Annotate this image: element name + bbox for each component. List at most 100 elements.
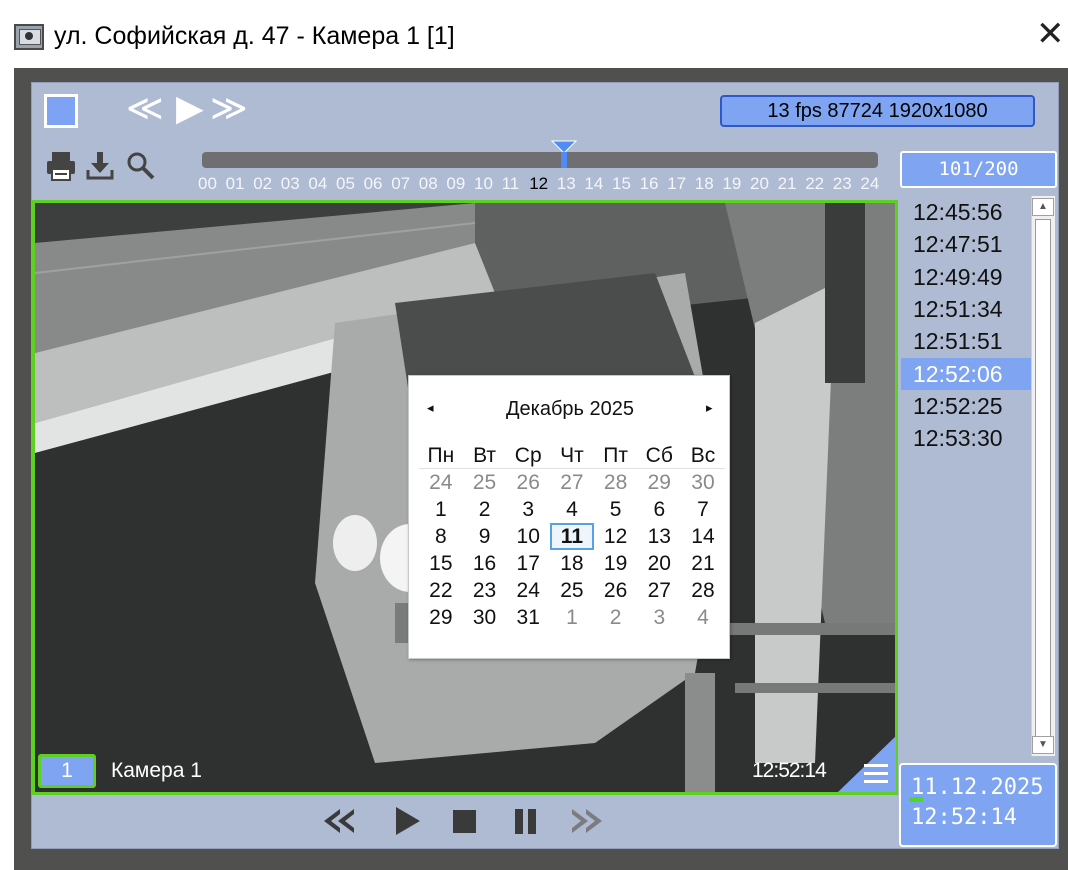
calendar-day[interactable]: 26 bbox=[594, 577, 638, 604]
time-list-scrollbar[interactable]: ▲ ▼ bbox=[1031, 196, 1055, 756]
next-month-icon[interactable]: ▸ bbox=[706, 401, 713, 416]
calendar-day[interactable]: 23 bbox=[463, 577, 507, 604]
download-icon[interactable] bbox=[84, 148, 118, 184]
calendar-day[interactable]: 3 bbox=[506, 496, 550, 523]
time-list-item[interactable]: 12:53:30 bbox=[901, 422, 1031, 454]
calendar-day[interactable]: 4 bbox=[550, 496, 594, 523]
camera-number-badge[interactable]: 1 bbox=[38, 754, 96, 788]
stop-square-button[interactable] bbox=[44, 94, 78, 128]
time-list-item[interactable]: 12:45:56 bbox=[901, 196, 1031, 228]
scroll-thumb[interactable] bbox=[1035, 219, 1051, 737]
timeline-hour-19[interactable]: 19 bbox=[722, 173, 741, 195]
time-list-item[interactable]: 12:49:49 bbox=[901, 261, 1031, 293]
calendar-day[interactable]: 28 bbox=[594, 469, 638, 496]
time-list-item[interactable]: 12:52:06 bbox=[901, 357, 1031, 390]
play-icon[interactable] bbox=[392, 801, 422, 841]
timeline-hour-18[interactable]: 18 bbox=[695, 173, 714, 195]
calendar-day[interactable]: 21 bbox=[681, 550, 725, 577]
timeline-hour-17[interactable]: 17 bbox=[667, 173, 686, 195]
calendar-day[interactable]: 30 bbox=[681, 469, 725, 496]
calendar-day[interactable]: 14 bbox=[681, 523, 725, 550]
scroll-up-icon[interactable]: ▲ bbox=[1032, 198, 1054, 216]
calendar-grid: Пн Вт Ср Чт Пт Сб Вс 24 25 26 27 28 29 30 1 2 3 4 5 6 7 8 9 10 1… bbox=[419, 442, 725, 631]
calendar-day[interactable]: 5 bbox=[594, 496, 638, 523]
calendar-weekday: Пн bbox=[427, 444, 455, 467]
calendar-day[interactable]: 15 bbox=[419, 550, 463, 577]
timeline-hour-12[interactable]: 12 bbox=[529, 173, 548, 195]
timeline-hour-10[interactable]: 10 bbox=[474, 173, 493, 195]
calendar-day[interactable]: 2 bbox=[594, 604, 638, 631]
timeline-hour-06[interactable]: 06 bbox=[364, 173, 383, 195]
calendar-day[interactable]: 9 bbox=[463, 523, 507, 550]
calendar-month-title[interactable]: Декабрь 2025 bbox=[409, 398, 731, 421]
hamburger-menu-icon[interactable] bbox=[864, 764, 888, 784]
timeline-hour-21[interactable]: 21 bbox=[778, 173, 797, 195]
calendar-day[interactable]: 22 bbox=[419, 577, 463, 604]
timeline-hour-14[interactable]: 14 bbox=[584, 173, 603, 195]
timeline-hour-09[interactable]: 09 bbox=[446, 173, 465, 195]
fast-rewind-button[interactable] bbox=[318, 801, 358, 841]
calendar-day[interactable]: 25 bbox=[550, 577, 594, 604]
calendar-day[interactable]: 3 bbox=[637, 604, 681, 631]
timeline-bar[interactable] bbox=[202, 152, 878, 168]
stop-icon[interactable] bbox=[450, 801, 480, 841]
calendar-day[interactable]: 17 bbox=[506, 550, 550, 577]
timeline-hour-16[interactable]: 16 bbox=[640, 173, 659, 195]
calendar-day[interactable]: 30 bbox=[463, 604, 507, 631]
calendar-day[interactable]: 24 bbox=[506, 577, 550, 604]
calendar-day[interactable]: 8 bbox=[419, 523, 463, 550]
timeline-hour-08[interactable]: 08 bbox=[419, 173, 438, 195]
fast-forward-button[interactable] bbox=[568, 801, 608, 841]
timeline-hour-22[interactable]: 22 bbox=[805, 173, 824, 195]
timeline-hour-03[interactable]: 03 bbox=[281, 173, 300, 195]
print-icon[interactable] bbox=[44, 148, 78, 184]
calendar-day[interactable]: 25 bbox=[463, 469, 507, 496]
timeline-hour-20[interactable]: 20 bbox=[750, 173, 769, 195]
timeline-hour-24[interactable]: 24 bbox=[860, 173, 879, 195]
calendar-day[interactable]: 1 bbox=[419, 496, 463, 523]
calendar-day[interactable]: 6 bbox=[637, 496, 681, 523]
calendar-day[interactable]: 1 bbox=[550, 604, 594, 631]
rewind-button[interactable]: ≪ bbox=[126, 89, 164, 129]
calendar-day[interactable]: 16 bbox=[463, 550, 507, 577]
calendar-day[interactable]: 20 bbox=[637, 550, 681, 577]
timeline-hour-05[interactable]: 05 bbox=[336, 173, 355, 195]
calendar-day[interactable]: 28 bbox=[681, 577, 725, 604]
calendar-day[interactable]: 10 bbox=[506, 523, 550, 550]
calendar-day[interactable]: 7 bbox=[681, 496, 725, 523]
time-list-item[interactable]: 12:51:51 bbox=[901, 325, 1031, 357]
close-icon[interactable]: ✕ bbox=[1036, 17, 1065, 51]
timeline-hour-01[interactable]: 01 bbox=[226, 173, 245, 195]
calendar-day[interactable]: 24 bbox=[419, 469, 463, 496]
calendar-day[interactable]: 4 bbox=[681, 604, 725, 631]
calendar-day[interactable]: 11 bbox=[550, 523, 594, 550]
timeline-hour-15[interactable]: 15 bbox=[612, 173, 631, 195]
calendar-day[interactable]: 29 bbox=[637, 469, 681, 496]
calendar-day[interactable]: 13 bbox=[637, 523, 681, 550]
timeline-hour-00[interactable]: 00 bbox=[198, 173, 217, 195]
time-list-item[interactable]: 12:51:34 bbox=[901, 293, 1031, 325]
timeline-position-marker[interactable] bbox=[551, 140, 577, 168]
calendar-day[interactable]: 19 bbox=[594, 550, 638, 577]
calendar-day[interactable]: 27 bbox=[637, 577, 681, 604]
calendar-day[interactable]: 31 bbox=[506, 604, 550, 631]
calendar-day[interactable]: 2 bbox=[463, 496, 507, 523]
pause-icon[interactable] bbox=[511, 801, 541, 841]
timeline-hour-11[interactable]: 11 bbox=[502, 173, 520, 195]
search-icon[interactable] bbox=[124, 148, 158, 184]
scroll-down-icon[interactable]: ▼ bbox=[1032, 736, 1054, 754]
calendar-day[interactable]: 29 bbox=[419, 604, 463, 631]
time-list-item[interactable]: 12:47:51 bbox=[901, 228, 1031, 260]
timeline-hour-07[interactable]: 07 bbox=[391, 173, 410, 195]
calendar-day[interactable]: 26 bbox=[506, 469, 550, 496]
timeline-hour-02[interactable]: 02 bbox=[253, 173, 272, 195]
time-list-item[interactable]: 12:52:25 bbox=[901, 390, 1031, 422]
timeline-hour-23[interactable]: 23 bbox=[833, 173, 852, 195]
calendar-day[interactable]: 27 bbox=[550, 469, 594, 496]
calendar-day[interactable]: 12 bbox=[594, 523, 638, 550]
forward-button[interactable]: ≫ bbox=[210, 89, 248, 129]
timeline-hour-13[interactable]: 13 bbox=[557, 173, 576, 195]
timeline-hour-04[interactable]: 04 bbox=[308, 173, 327, 195]
calendar-day[interactable]: 18 bbox=[550, 550, 594, 577]
play-button[interactable]: ▶ bbox=[176, 89, 204, 129]
